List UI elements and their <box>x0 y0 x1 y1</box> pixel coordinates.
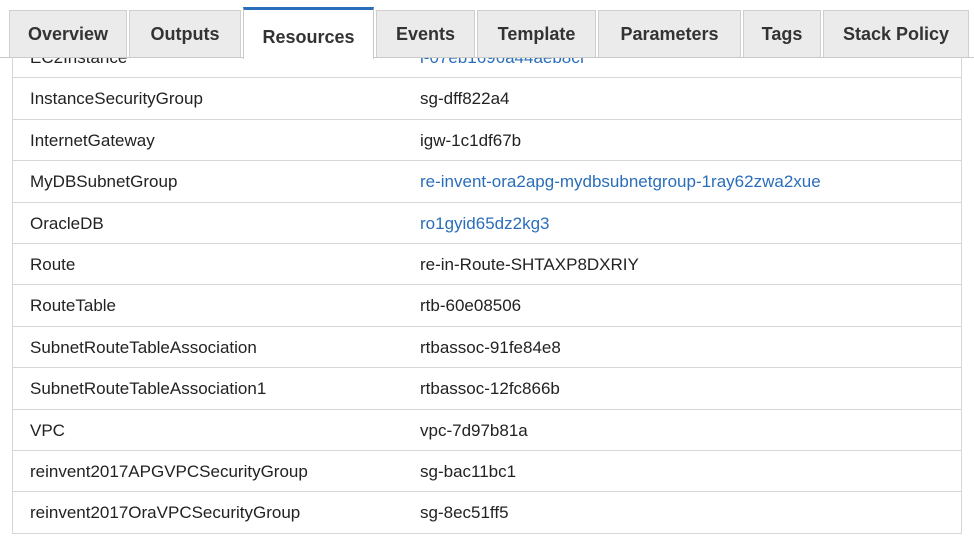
table-row: EC2Instance i-07eb1696a44aeb8cf <box>12 58 962 79</box>
logical-id: MyDBSubnetGroup <box>30 172 178 192</box>
physical-id-link[interactable]: re-invent-ora2apg-mydbsubnetgroup-1ray62… <box>420 161 821 202</box>
physical-id: sg-8ec51ff5 <box>420 503 509 523</box>
logical-id: reinvent2017APGVPCSecurityGroup <box>30 461 308 481</box>
table-row: VPC vpc-7d97b81a <box>12 409 962 451</box>
tab-bar: Overview Outputs Resources Events Templa… <box>0 0 974 59</box>
logical-id: InstanceSecurityGroup <box>30 89 203 109</box>
resources-table-body: EC2Instance i-07eb1696a44aeb8cf Instance… <box>12 58 962 534</box>
table-row: reinvent2017APGVPCSecurityGroup sg-bac11… <box>12 450 962 493</box>
stack-detail-panel: Overview Outputs Resources Events Templa… <box>0 0 974 541</box>
logical-id: RouteTable <box>30 296 117 316</box>
physical-id: sg-dff822a4 <box>420 89 510 109</box>
tab-outputs[interactable]: Outputs <box>129 10 241 57</box>
table-row: SubnetRouteTableAssociation1 rtbassoc-12… <box>12 368 962 410</box>
tab-overview[interactable]: Overview <box>9 10 127 57</box>
physical-id: re-in-Route-SHTAXP8DXRIY <box>420 254 639 274</box>
tab-events[interactable]: Events <box>376 10 475 57</box>
table-row: Route re-in-Route-SHTAXP8DXRIY <box>12 243 962 286</box>
logical-id: InternetGateway <box>30 130 155 150</box>
table-row: SubnetRouteTableAssociation rtbassoc-91f… <box>12 326 962 369</box>
logical-id: SubnetRouteTableAssociation <box>30 337 257 357</box>
table-row: InstanceSecurityGroup sg-dff822a4 <box>12 78 962 120</box>
physical-id: igw-1c1df67b <box>420 130 522 150</box>
table-row: RouteTable rtb-60e08506 <box>12 285 962 327</box>
physical-id-link[interactable]: i-07eb1696a44aeb8cf <box>420 58 584 78</box>
tab-template[interactable]: Template <box>477 10 596 57</box>
tab-stack-policy[interactable]: Stack Policy <box>823 10 969 57</box>
physical-id: rtbassoc-91fe84e8 <box>420 337 561 357</box>
logical-id: SubnetRouteTableAssociation1 <box>30 379 267 399</box>
physical-id: rtb-60e08506 <box>420 296 522 316</box>
resources-table[interactable]: EC2Instance i-07eb1696a44aeb8cf Instance… <box>12 58 962 541</box>
table-row: MyDBSubnetGroup re-invent-ora2apg-mydbsu… <box>12 161 962 203</box>
tab-resources[interactable]: Resources <box>243 7 374 59</box>
logical-id: EC2Instance <box>30 58 127 78</box>
tab-tags[interactable]: Tags <box>743 10 821 57</box>
logical-id: reinvent2017OraVPCSecurityGroup <box>30 503 301 523</box>
physical-id-link[interactable]: ro1gyid65dz2kg3 <box>420 203 549 244</box>
logical-id: OracleDB <box>30 213 104 233</box>
physical-id: sg-bac11bc1 <box>420 461 517 481</box>
physical-id: vpc-7d97b81a <box>420 420 528 440</box>
logical-id: VPC <box>30 420 65 440</box>
logical-id: Route <box>30 254 76 274</box>
table-row: reinvent2017OraVPCSecurityGroup sg-8ec51… <box>12 492 962 534</box>
table-row: InternetGateway igw-1c1df67b <box>12 119 962 162</box>
table-row: OracleDB ro1gyid65dz2kg3 <box>12 202 962 244</box>
tab-parameters[interactable]: Parameters <box>598 10 741 57</box>
physical-id: rtbassoc-12fc866b <box>420 379 560 399</box>
